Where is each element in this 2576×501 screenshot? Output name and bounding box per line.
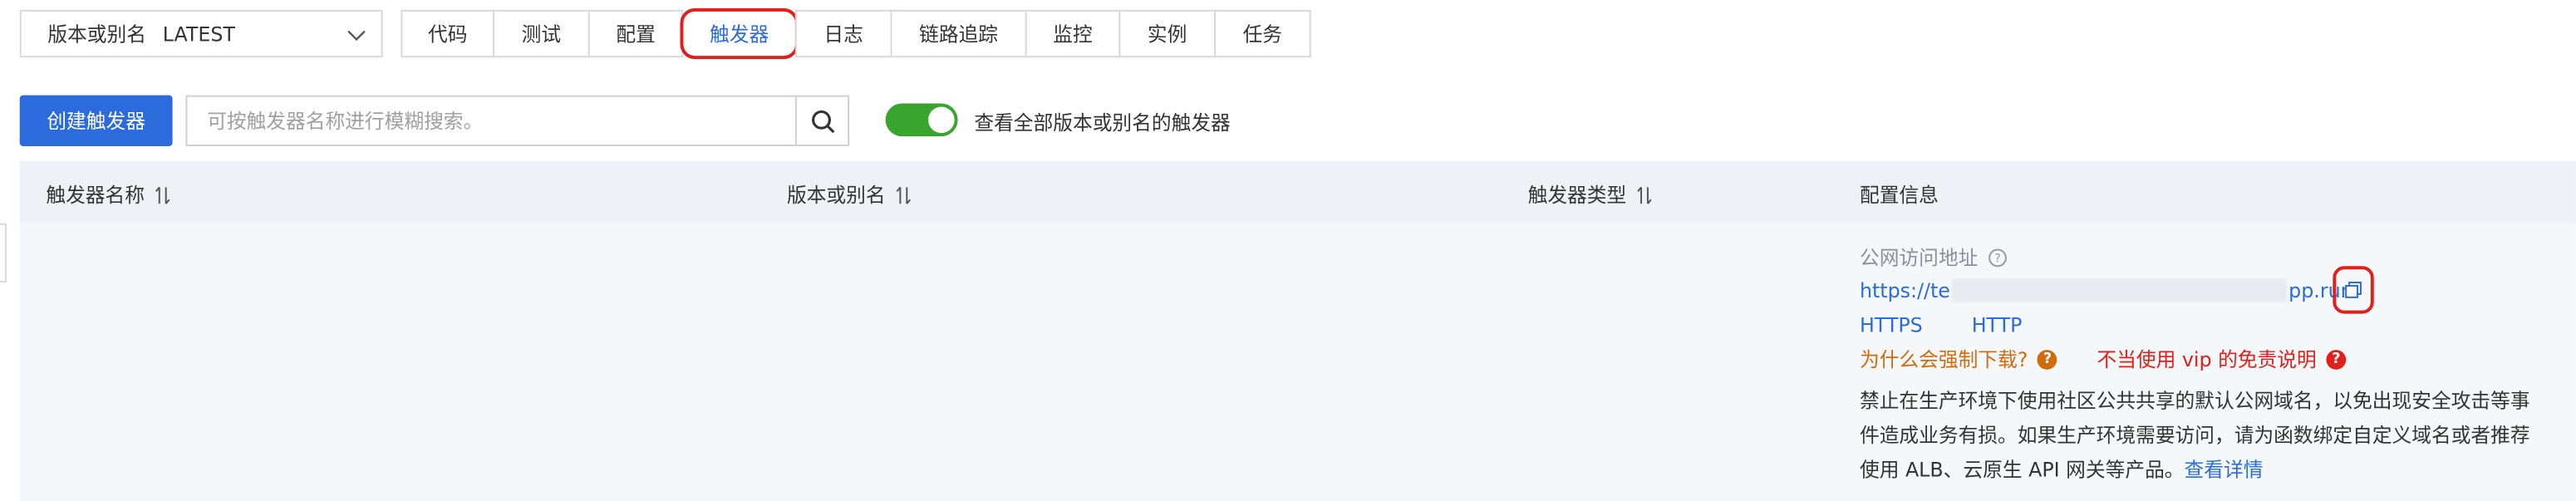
- tab-logs[interactable]: 日志: [794, 9, 892, 58]
- vip-disclaimer-link[interactable]: 不当使用 vip 的免责说明 ?: [2097, 345, 2347, 373]
- trigger-page: 版本或别名 LATEST 代码 测试 配置 触发器 日志 链路追踪 监控 实例 …: [0, 0, 2576, 501]
- help-icon: ?: [2038, 349, 2057, 369]
- help-icon: ?: [2326, 349, 2347, 369]
- sort-icon: [155, 185, 170, 204]
- version-select-value: LATEST: [162, 22, 235, 46]
- show-all-versions-toggle[interactable]: [885, 103, 958, 137]
- show-all-versions-label: 查看全部版本或别名的触发器: [974, 111, 1231, 135]
- trigger-search: [185, 95, 850, 146]
- redacted-url-segment: [1951, 279, 2288, 302]
- search-button[interactable]: [794, 96, 848, 145]
- forced-download-link[interactable]: 为什么会强制下载? ?: [1860, 345, 2057, 373]
- domain-usage-note: 禁止在生产环境下使用社区公共共享的默认公网域名，以免出现安全攻击等事件造成业务有…: [1859, 389, 2530, 482]
- copy-icon: [2345, 282, 2362, 298]
- tab-test[interactable]: 测试: [493, 9, 590, 58]
- copy-url-button[interactable]: [2333, 266, 2374, 314]
- tab-monitoring[interactable]: 监控: [1025, 9, 1121, 58]
- col-trigger-type[interactable]: 触发器类型: [1528, 180, 1653, 209]
- col-config-info: 配置信息: [1859, 184, 1939, 208]
- tab-instances[interactable]: 实例: [1118, 9, 1216, 58]
- sort-icon: [1637, 185, 1652, 204]
- sort-icon: [896, 185, 912, 204]
- tab-tracing[interactable]: 链路追踪: [890, 9, 1027, 58]
- help-icon[interactable]: ?: [1988, 248, 2008, 268]
- public-url-link[interactable]: https://te pp.run: [1860, 279, 2353, 302]
- version-alias-select[interactable]: 版本或别名 LATEST: [19, 9, 383, 58]
- protocol-links: HTTPS HTTP: [1860, 314, 2065, 337]
- toggle-knob: [928, 106, 955, 134]
- trigger-search-input[interactable]: [187, 96, 795, 145]
- view-details-link[interactable]: 查看详情: [2185, 459, 2264, 482]
- trigger-table-header: 触发器名称 版本或别名 触发器类型 配置信息: [19, 160, 2576, 225]
- collapse-handle[interactable]: [0, 223, 7, 283]
- function-tabs: 代码 测试 配置 触发器 日志 链路追踪 监控 实例 任务: [401, 7, 1311, 60]
- tab-tasks[interactable]: 任务: [1214, 9, 1311, 58]
- http-link[interactable]: HTTP: [1972, 314, 2023, 337]
- tab-triggers[interactable]: 触发器: [680, 7, 799, 60]
- tab-config[interactable]: 配置: [587, 9, 684, 58]
- svg-text:?: ?: [1994, 252, 2000, 265]
- version-select-label: 版本或别名: [47, 22, 146, 47]
- public-url-title: 公网访问地址 ?: [1860, 243, 2008, 272]
- warning-links: 为什么会强制下载? ? 不当使用 vip 的免责说明 ?: [1860, 345, 2347, 373]
- chevron-down-icon: [347, 30, 366, 42]
- col-trigger-name[interactable]: 触发器名称: [46, 180, 170, 209]
- search-icon: [811, 109, 834, 133]
- col-version-alias[interactable]: 版本或别名: [787, 180, 912, 209]
- create-trigger-button[interactable]: 创建触发器: [19, 95, 173, 146]
- https-link[interactable]: HTTPS: [1860, 314, 1923, 337]
- tab-code[interactable]: 代码: [401, 9, 495, 58]
